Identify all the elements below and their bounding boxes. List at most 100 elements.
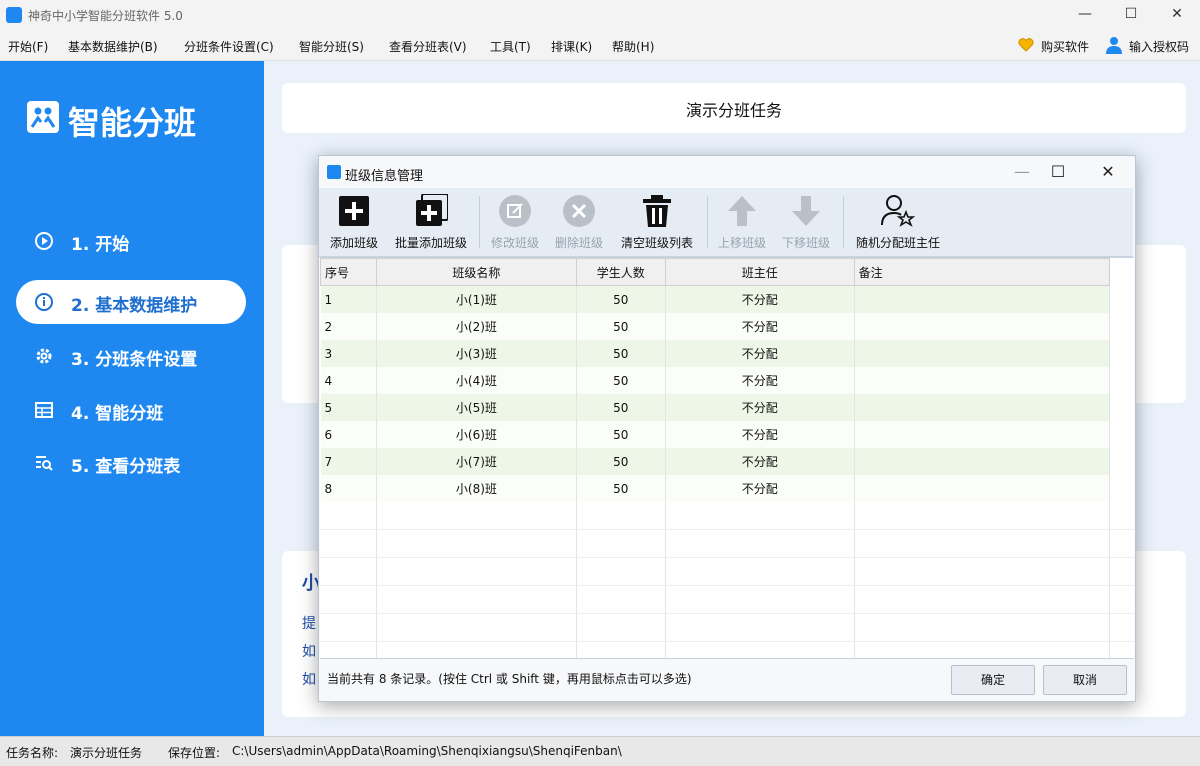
cell-filler — [1109, 367, 1134, 394]
nav-label: 1. 开始 — [71, 235, 130, 255]
table-row[interactable]: 3 小(3)班 50 不分配 — [320, 340, 1134, 367]
cell-remark — [854, 367, 1111, 394]
empty-cell — [854, 529, 1111, 558]
table-row[interactable]: 6 小(6)班 50 不分配 — [320, 421, 1134, 448]
enter-license-link[interactable]: 输入授权码 — [1129, 38, 1189, 55]
dialog-toolbar: 添加班级 批量添加班级 修改班级 删除班级 清空班级列表 上移班级 下移班级 随… — [319, 188, 1133, 257]
cell-index: 7 — [320, 448, 377, 475]
buy-software-link[interactable]: 购买软件 — [1041, 38, 1089, 55]
cell-remark — [854, 313, 1111, 340]
cell-remark — [854, 340, 1111, 367]
cell-index: 3 — [320, 340, 377, 367]
empty-cell — [376, 613, 577, 642]
cell-filler — [1109, 421, 1134, 448]
empty-cell — [576, 613, 666, 642]
header-head-teacher[interactable]: 班主任 — [664, 258, 855, 286]
nav-item-basic-data[interactable]: 2. 基本数据维护 — [16, 280, 246, 324]
empty-cell — [376, 557, 577, 586]
empty-cell — [320, 585, 377, 614]
cell-head-teacher: 不分配 — [665, 475, 855, 502]
add-class-button[interactable]: 添加班级 — [323, 192, 385, 252]
empty-cell — [576, 557, 666, 586]
cell-remark — [854, 475, 1111, 502]
nav-label: 2. 基本数据维护 — [71, 296, 198, 316]
move-down-class-button[interactable]: 下移班级 — [775, 192, 837, 252]
table-row[interactable]: 2 小(2)班 50 不分配 — [320, 313, 1134, 340]
header-class-name[interactable]: 班级名称 — [375, 258, 577, 286]
table-row[interactable]: 8 小(8)班 50 不分配 — [320, 475, 1134, 502]
menu-tools[interactable]: 工具(T) — [490, 38, 531, 55]
table-row[interactable]: 7 小(7)班 50 不分配 — [320, 448, 1134, 475]
cell-student-count: 50 — [576, 367, 666, 394]
task-name-value: 演示分班任务 — [70, 746, 143, 760]
logo-icon — [27, 101, 59, 133]
cell-remark — [854, 394, 1111, 421]
header-index[interactable]: 序号 — [320, 258, 377, 286]
cell-student-count: 50 — [576, 340, 666, 367]
cell-index: 6 — [320, 421, 377, 448]
empty-cell — [320, 557, 377, 586]
cell-filler — [1109, 394, 1134, 421]
cell-head-teacher: 不分配 — [665, 340, 855, 367]
header-student-count[interactable]: 学生人数 — [575, 258, 666, 286]
nav-label: 5. 查看分班表 — [71, 457, 181, 477]
maximize-button[interactable]: ☐ — [1108, 0, 1154, 30]
empty-cell — [1109, 641, 1134, 658]
batch-add-class-button[interactable]: 批量添加班级 — [389, 192, 473, 252]
empty-cell — [376, 585, 577, 614]
menu-schedule[interactable]: 排课(K) — [551, 38, 592, 55]
empty-cell — [320, 613, 377, 642]
nav-label: 3. 分班条件设置 — [71, 350, 198, 370]
nav-item-smart-assign[interactable]: 4. 智能分班 — [16, 388, 246, 432]
toolbar-separator — [707, 196, 708, 248]
cell-student-count: 50 — [576, 421, 666, 448]
empty-cell — [1109, 557, 1134, 586]
cell-class-name: 小(1)班 — [376, 285, 577, 313]
cell-filler — [1109, 285, 1134, 313]
random-assign-teacher-button[interactable]: 随机分配班主任 — [849, 192, 947, 252]
cell-student-count: 50 — [576, 394, 666, 421]
empty-row — [320, 613, 1134, 642]
menu-conditions[interactable]: 分班条件设置(C) — [184, 38, 274, 55]
table-row[interactable]: 1 小(1)班 50 不分配 — [320, 285, 1134, 313]
dialog-close-button[interactable]: ✕ — [1085, 156, 1131, 188]
table-row[interactable]: 4 小(4)班 50 不分配 — [320, 367, 1134, 394]
empty-cell — [665, 641, 855, 658]
nav-label: 4. 智能分班 — [71, 404, 164, 424]
cell-index: 1 — [320, 285, 377, 313]
menu-help[interactable]: 帮助(H) — [612, 38, 654, 55]
empty-cell — [320, 641, 377, 658]
cell-filler — [1109, 475, 1134, 502]
empty-cell — [576, 585, 666, 614]
dialog-maximize-button[interactable]: ☐ — [1035, 156, 1081, 188]
empty-cell — [576, 641, 666, 658]
move-up-class-button[interactable]: 上移班级 — [711, 192, 773, 252]
nav-item-view-table[interactable]: 5. 查看分班表 — [16, 441, 246, 485]
header-remark[interactable]: 备注 — [853, 258, 1111, 286]
menu-view-table[interactable]: 查看分班表(V) — [389, 38, 467, 55]
table-row[interactable]: 5 小(5)班 50 不分配 — [320, 394, 1134, 421]
ok-button[interactable]: 确定 — [951, 665, 1035, 695]
cell-head-teacher: 不分配 — [665, 313, 855, 340]
cell-class-name: 小(3)班 — [376, 340, 577, 367]
clear-class-list-button[interactable]: 清空班级列表 — [615, 192, 699, 252]
close-button[interactable]: ✕ — [1154, 0, 1200, 30]
menu-smart-assign[interactable]: 智能分班(S) — [299, 38, 364, 55]
minimize-button[interactable]: — — [1062, 0, 1108, 30]
empty-cell — [376, 641, 577, 658]
empty-cell — [1109, 502, 1134, 530]
menu-start[interactable]: 开始(F) — [8, 38, 48, 55]
edit-class-button[interactable]: 修改班级 — [485, 192, 545, 252]
nav-item-conditions[interactable]: 3. 分班条件设置 — [16, 334, 246, 378]
menu-basic-data[interactable]: 基本数据维护(B) — [68, 38, 158, 55]
empty-row — [320, 529, 1134, 558]
delete-class-button[interactable]: 删除班级 — [549, 192, 609, 252]
cell-filler — [1109, 313, 1134, 340]
delete-icon — [562, 194, 596, 228]
cell-class-name: 小(5)班 — [376, 394, 577, 421]
empty-cell — [854, 613, 1111, 642]
app-icon — [6, 7, 22, 23]
empty-row — [320, 502, 1134, 530]
cancel-button[interactable]: 取消 — [1043, 665, 1127, 695]
nav-item-start[interactable]: 1. 开始 — [16, 219, 246, 263]
